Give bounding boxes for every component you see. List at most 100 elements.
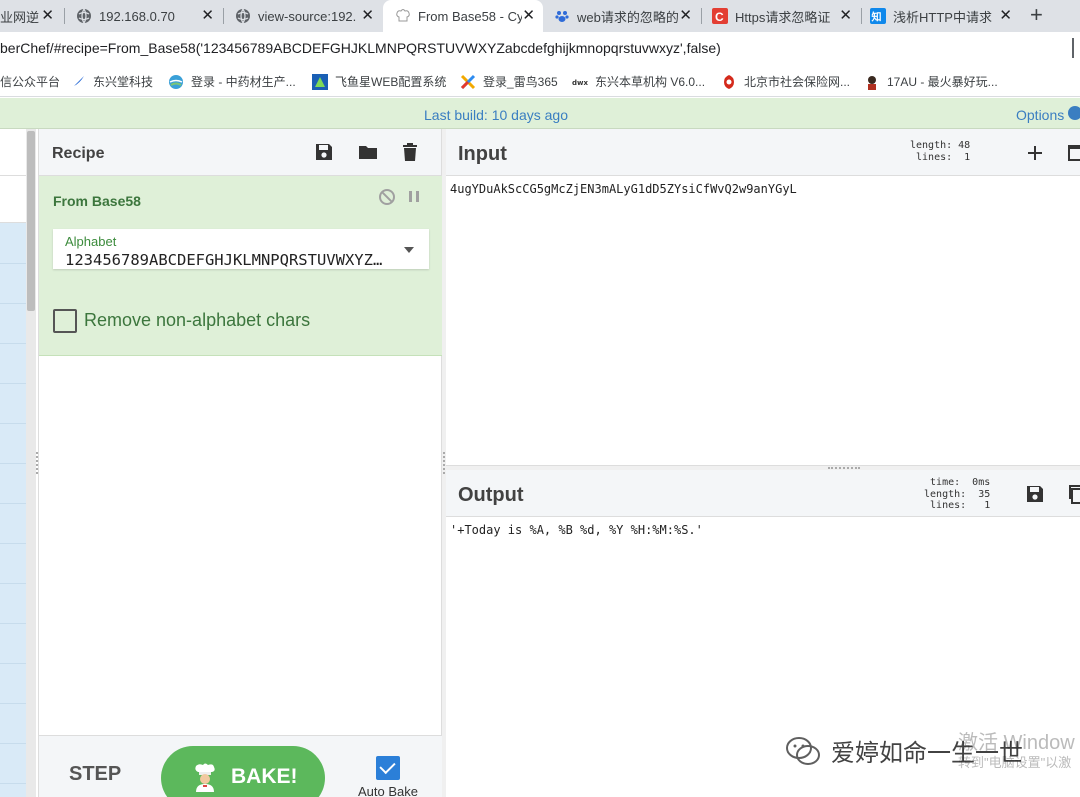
chef-hat-icon <box>395 8 411 24</box>
bookmark-item[interactable]: 登录 - 中药材生产... <box>168 73 296 90</box>
output-textarea[interactable]: '+Today is %A, %B %d, %Y %H:%M:%S.' <box>450 523 703 537</box>
shield-icon <box>721 74 737 90</box>
remove-non-alphabet-label[interactable]: Remove non-alphabet chars <box>84 310 310 331</box>
folder-icon[interactable] <box>357 141 379 163</box>
bookmark-label: 东兴堂科技 <box>93 75 154 89</box>
bookmark-label: 登录 - 中药材生产... <box>191 75 296 89</box>
browser-tab[interactable]: 业网逆 ✕ <box>0 0 62 32</box>
bookmarks-bar: 信公众平台 东兴堂科技 登录 - 中药材生产... 飞鱼星WEB配置系统 登录_… <box>0 66 1080 97</box>
bookmark-item[interactable]: dwx 东兴本草机构 V6.0... <box>572 73 705 90</box>
scrollbar-thumb[interactable] <box>27 131 35 311</box>
screen: 业网逆 ✕ 192.168.0.70 ✕ view-source:192. ✕ … <box>0 0 1080 797</box>
remove-non-alphabet-checkbox[interactable] <box>53 309 77 333</box>
trash-icon[interactable] <box>399 141 421 163</box>
alphabet-value[interactable]: 123456789ABCDEFGHJKLMNPQRSTUVWXYZabcdefg… <box>65 251 387 269</box>
new-tab-button[interactable]: + <box>1030 4 1043 26</box>
list-divider <box>0 583 26 584</box>
add-tab-icon[interactable] <box>1024 142 1046 164</box>
bookmark-label: 登录_雷鸟365 <box>483 75 558 89</box>
alphabet-select[interactable]: Alphabet 123456789ABCDEFGHJKLMNPQRSTUVWX… <box>53 229 429 269</box>
browser-tab[interactable]: 知 浅析HTTP中请求 ✕ <box>862 0 1020 32</box>
bake-button[interactable]: BAKE! <box>161 746 325 797</box>
pause-icon[interactable] <box>409 191 419 202</box>
list-divider <box>0 623 26 624</box>
close-icon[interactable]: ✕ <box>361 8 374 24</box>
x-icon <box>460 74 476 90</box>
zhihu-icon: 知 <box>870 8 886 24</box>
notification-banner: Last build: 10 days ago Options <box>0 98 1080 129</box>
list-divider <box>0 343 26 344</box>
auto-bake-label[interactable]: Auto Bake <box>358 784 418 797</box>
splitter-handle[interactable] <box>828 467 860 469</box>
gear-icon[interactable] <box>1068 106 1080 120</box>
bookmark-item[interactable]: 17AU - 最火暴好玩... <box>864 73 998 90</box>
globe-icon <box>168 74 184 90</box>
operation-title[interactable]: From Base58 <box>53 193 141 209</box>
bookmark-label: 飞鱼星WEB配置系统 <box>335 75 447 89</box>
tab-title: view-source:192. <box>258 8 357 24</box>
browser-tab-strip: 业网逆 ✕ 192.168.0.70 ✕ view-source:192. ✕ … <box>0 0 1080 32</box>
url-text[interactable]: berChef/#recipe=From_Base58('123456789AB… <box>0 40 721 56</box>
globe-icon <box>76 8 92 24</box>
input-textarea[interactable]: 4ugYDuAkScCG5gMcZjEN3mALyG1dD5ZYsiCfWvQ2… <box>450 182 797 196</box>
bookmark-item[interactable]: 登录_雷鸟365 <box>460 73 558 90</box>
list-divider <box>0 263 26 264</box>
browser-tab[interactable]: C Https请求忽略证 ✕ <box>702 0 860 32</box>
last-build-text: Last build: 10 days ago <box>424 107 568 123</box>
operations-header <box>0 129 26 176</box>
chevron-down-icon[interactable] <box>404 247 414 253</box>
window-icon[interactable] <box>1066 142 1080 164</box>
bookmark-label: 17AU - 最火暴好玩... <box>887 75 998 89</box>
paw-icon <box>554 8 570 24</box>
close-icon[interactable]: ✕ <box>41 8 54 24</box>
bookmark-item[interactable]: 北京市社会保险网... <box>721 73 850 90</box>
tab-title: 业网逆 <box>0 9 40 25</box>
close-icon[interactable]: ✕ <box>679 8 692 24</box>
globe-icon <box>235 8 251 24</box>
output-title: Output <box>458 484 524 506</box>
close-icon[interactable]: ✕ <box>999 8 1012 24</box>
browser-tab-active[interactable]: From Base58 - Cy ✕ <box>383 0 543 32</box>
avatar-icon <box>864 74 880 90</box>
browser-tab[interactable]: 192.168.0.70 ✕ <box>66 0 222 32</box>
save-icon[interactable] <box>313 141 335 163</box>
recipe-operation[interactable]: From Base58 Alphabet 123456789ABCDEFGHJK… <box>39 176 442 356</box>
tab-divider <box>64 8 65 24</box>
list-divider <box>0 543 26 544</box>
close-icon[interactable]: ✕ <box>201 8 214 24</box>
list-divider <box>0 703 26 704</box>
operations-list[interactable] <box>0 223 26 797</box>
menu-edge <box>1072 38 1080 58</box>
browser-tab[interactable]: view-source:192. ✕ <box>224 0 382 32</box>
step-button[interactable]: STEP <box>69 763 121 786</box>
csdn-icon: C <box>712 8 728 24</box>
close-icon[interactable]: ✕ <box>522 8 535 24</box>
bookmark-item[interactable]: 东兴堂科技 <box>70 73 153 90</box>
list-divider <box>0 503 26 504</box>
alphabet-label: Alphabet <box>65 234 117 249</box>
list-divider <box>0 423 26 424</box>
address-bar[interactable]: berChef/#recipe=From_Base58('123456789AB… <box>0 32 1080 66</box>
bookmark-item[interactable]: 信公众平台 <box>0 73 60 90</box>
save-icon[interactable] <box>1024 483 1046 505</box>
input-header: Input length: 48 lines: 1 <box>446 129 1080 176</box>
operations-panel <box>0 129 26 797</box>
tab-title: 192.168.0.70 <box>99 8 175 24</box>
operations-search-input[interactable] <box>0 176 26 223</box>
recipe-header: Recipe <box>39 129 441 176</box>
options-link[interactable]: Options <box>1016 107 1064 123</box>
recipe-title: Recipe <box>52 145 105 162</box>
splitter-handle[interactable] <box>443 452 445 474</box>
input-title: Input <box>458 143 507 165</box>
auto-bake-checkbox[interactable] <box>376 756 400 780</box>
tab-title: 浅析HTTP中请求 <box>893 9 992 25</box>
output-stats: time: 0ms length: 35 lines: 1 <box>924 477 991 511</box>
close-icon[interactable]: ✕ <box>839 8 852 24</box>
browser-tab[interactable]: web请求的忽略的 ✕ <box>544 0 700 32</box>
disable-icon[interactable] <box>379 189 395 205</box>
recipe-panel: Recipe From Base58 Alphabet 123456789ABC… <box>38 129 442 797</box>
copy-icon[interactable] <box>1066 483 1080 505</box>
bookmark-item[interactable]: 飞鱼星WEB配置系统 <box>312 73 446 90</box>
bookmark-label: 东兴本草机构 V6.0... <box>595 75 706 89</box>
watermark-brand-text: 爱婷如命一生一世 <box>831 740 1023 767</box>
